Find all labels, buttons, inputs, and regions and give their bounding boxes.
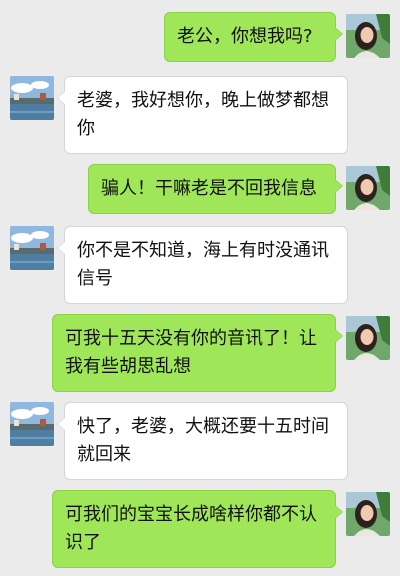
wife-avatar[interactable] <box>346 14 390 58</box>
woman-photo-icon <box>346 316 390 360</box>
message-text: 可我十五天没有你的音讯了！让我有些胡思乱想 <box>65 328 317 377</box>
husband-avatar[interactable] <box>10 76 54 120</box>
wife-avatar[interactable] <box>346 492 390 536</box>
seaside-photo-icon <box>10 402 54 446</box>
woman-photo-icon <box>346 14 390 58</box>
outgoing-message-bubble[interactable]: 老公，你想我吗? <box>164 12 343 62</box>
wife-avatar[interactable] <box>346 316 390 360</box>
husband-avatar[interactable] <box>10 402 54 446</box>
message-text: 老公，你想我吗? <box>177 26 313 47</box>
seaside-photo-icon <box>10 226 54 270</box>
woman-photo-icon <box>346 166 390 210</box>
incoming-message-bubble[interactable]: 快了，老婆，大概还要十五时间就回来 <box>57 402 348 480</box>
seaside-photo-icon <box>10 76 54 120</box>
message-text: 快了，老婆，大概还要十五时间就回来 <box>77 416 329 465</box>
message-text: 骗人！干嘛老是不回我信息 <box>101 178 317 199</box>
outgoing-message-bubble[interactable]: 骗人！干嘛老是不回我信息 <box>88 164 343 214</box>
outgoing-message-bubble[interactable]: 可我十五天没有你的音讯了！让我有些胡思乱想 <box>52 314 343 392</box>
chat-view: 老公，你想我吗? 老婆，我好想你，晚上做梦都想你 骗人！干嘛老是不回我信息 你不… <box>0 0 400 576</box>
woman-photo-icon <box>346 492 390 536</box>
incoming-message-bubble[interactable]: 老婆，我好想你，晚上做梦都想你 <box>57 76 348 154</box>
message-text: 你不是不知道，海上有时没通讯信号 <box>77 240 329 289</box>
outgoing-message-bubble[interactable]: 可我们的宝宝长成啥样你都不认识了 <box>52 490 343 568</box>
message-text: 老婆，我好想你，晚上做梦都想你 <box>77 90 329 139</box>
message-text: 可我们的宝宝长成啥样你都不认识了 <box>65 504 317 553</box>
wife-avatar[interactable] <box>346 166 390 210</box>
incoming-message-bubble[interactable]: 你不是不知道，海上有时没通讯信号 <box>57 226 348 304</box>
husband-avatar[interactable] <box>10 226 54 270</box>
